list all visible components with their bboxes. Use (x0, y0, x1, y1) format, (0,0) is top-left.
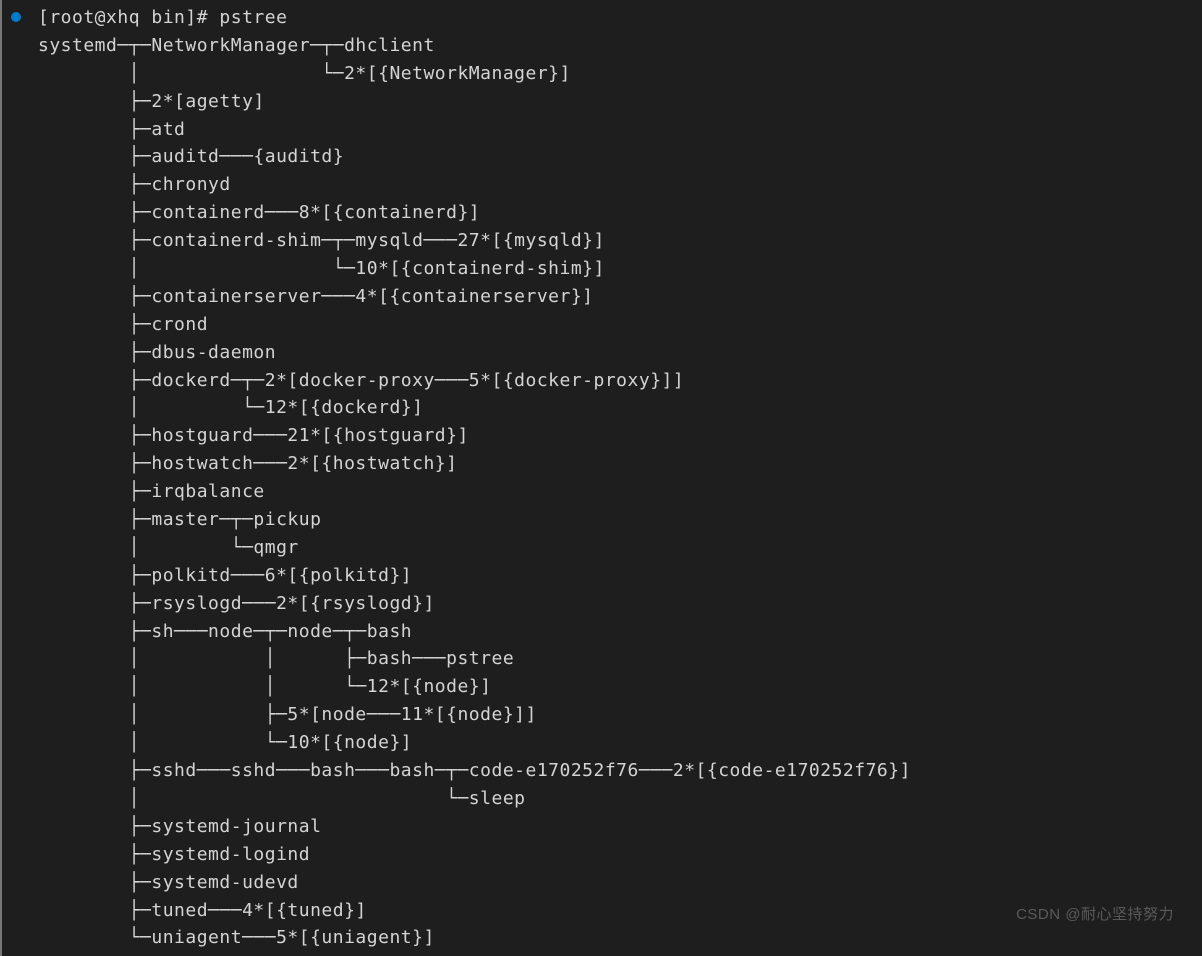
tree-line: │ └─sleep (38, 788, 526, 809)
tree-line: ├─atd (38, 119, 185, 140)
tree-line: ├─crond (38, 314, 208, 335)
tree-line: │ └─10*[{node}] (38, 732, 412, 753)
tree-line: ├─systemd-journal (38, 816, 321, 837)
tree-line: │ │ └─12*[{node}] (38, 676, 491, 697)
tree-line: ├─auditd───{auditd} (38, 146, 344, 167)
tree-line: ├─2*[agetty] (38, 91, 265, 112)
tree-line: ├─irqbalance (38, 481, 265, 502)
tree-line: ├─systemd-udevd (38, 872, 299, 893)
tree-line: ├─tuned───4*[{tuned}] (38, 900, 367, 921)
tree-line: │ └─qmgr (38, 537, 299, 558)
tree-line: ├─master─┬─pickup (38, 509, 321, 530)
modified-indicator (11, 12, 21, 22)
tree-line: ├─sh───node─┬─node─┬─bash (38, 621, 412, 642)
tree-line: │ └─10*[{containerd-shim}] (38, 258, 605, 279)
tree-line: ├─polkitd───6*[{polkitd}] (38, 565, 412, 586)
tree-line: ├─containerserver───4*[{containerserver}… (38, 286, 594, 307)
tree-line: ├─chronyd (38, 174, 231, 195)
tree-line: ├─systemd-logind (38, 844, 310, 865)
prompt-line: [root@xhq bin]# pstree (38, 7, 287, 28)
tree-line: ├─dbus-daemon (38, 342, 276, 363)
tree-line: ├─hostguard───21*[{hostguard}] (38, 425, 469, 446)
terminal-output[interactable]: [root@xhq bin]# pstree systemd─┬─Network… (2, 0, 1202, 952)
tree-line: │ │ ├─bash───pstree (38, 648, 514, 669)
tree-line: ├─sshd───sshd───bash───bash─┬─code-e1702… (38, 760, 911, 781)
tree-line: └─uniagent───5*[{uniagent}] (38, 927, 435, 948)
tree-line: ├─containerd-shim─┬─mysqld───27*[{mysqld… (38, 230, 605, 251)
watermark: CSDN @耐心坚持努力 (1016, 903, 1174, 926)
tree-line: ├─dockerd─┬─2*[docker-proxy───5*[{docker… (38, 370, 684, 391)
tree-line: ├─rsyslogd───2*[{rsyslogd}] (38, 593, 435, 614)
tree-line: ├─hostwatch───2*[{hostwatch}] (38, 453, 457, 474)
tree-line: ├─containerd───8*[{containerd}] (38, 202, 480, 223)
tree-line: │ └─2*[{NetworkManager}] (38, 63, 571, 84)
tree-line: │ ├─5*[node───11*[{node}]] (38, 704, 537, 725)
tree-line: │ └─12*[{dockerd}] (38, 397, 423, 418)
terminal-window: [root@xhq bin]# pstree systemd─┬─Network… (0, 0, 1202, 956)
tree-line: systemd─┬─NetworkManager─┬─dhclient (38, 35, 435, 56)
